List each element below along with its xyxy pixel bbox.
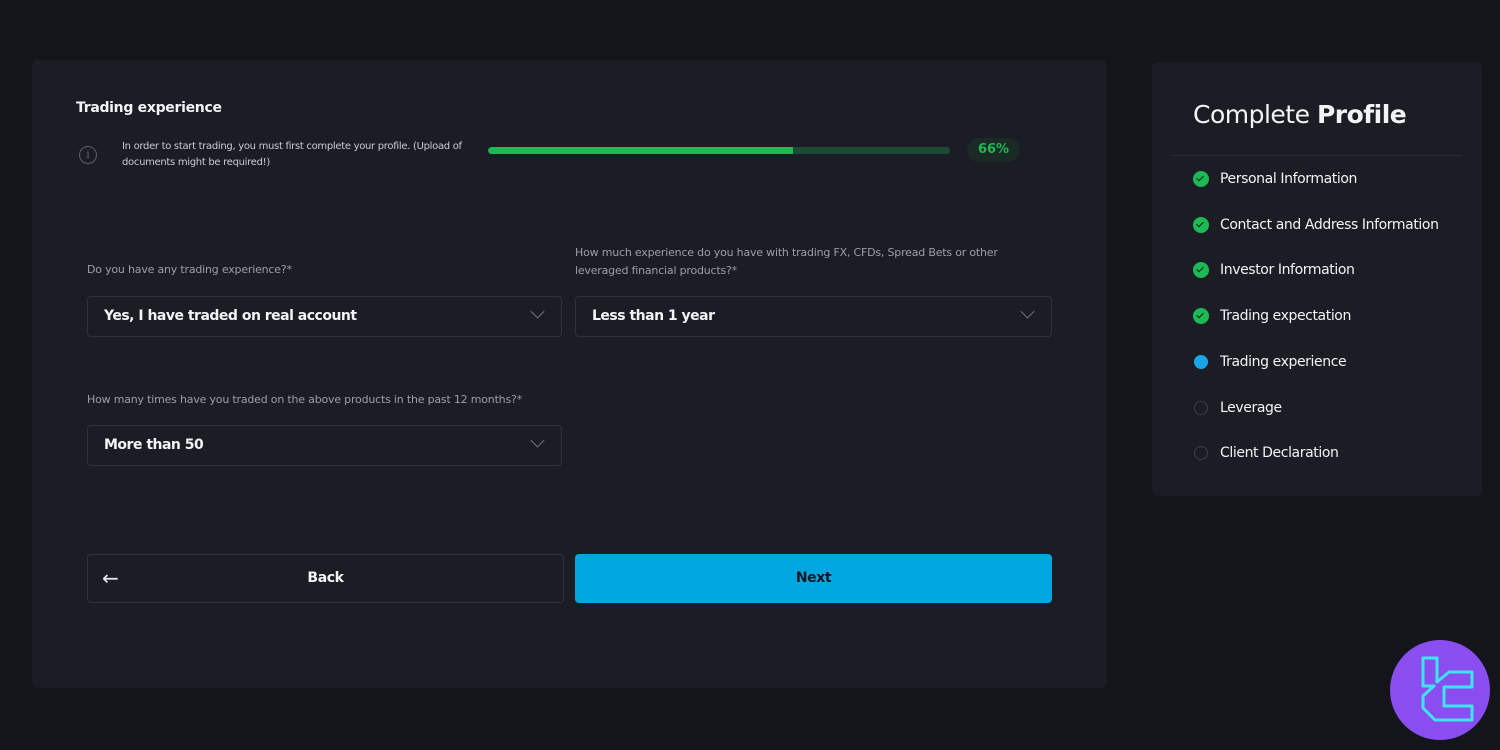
progress-percent-badge: 66% bbox=[967, 138, 1020, 162]
complete-profile-panel: Complete Profile Personal Information Con… bbox=[1152, 62, 1482, 496]
experience-duration-select[interactable]: Less than 1 year bbox=[575, 296, 1052, 337]
next-button[interactable]: Next bbox=[575, 554, 1052, 603]
page-title: Trading experience bbox=[76, 100, 222, 116]
step-item[interactable]: Investor Information bbox=[1193, 259, 1355, 281]
info-icon: i bbox=[79, 146, 97, 164]
step-label: Leverage bbox=[1220, 399, 1282, 416]
next-button-label: Next bbox=[795, 570, 832, 586]
info-text: In order to start trading, you must firs… bbox=[122, 141, 462, 168]
step-item[interactable]: Trading expectation bbox=[1193, 305, 1351, 327]
step-item[interactable]: Leverage bbox=[1193, 397, 1282, 419]
step-label: Personal Information bbox=[1220, 171, 1358, 187]
divider bbox=[1172, 155, 1462, 156]
select-value: Yes, I have traded on real account bbox=[104, 308, 357, 324]
check-circle-icon bbox=[1193, 216, 1209, 233]
chevron-down-icon bbox=[530, 433, 545, 448]
back-button[interactable]: ← Back bbox=[87, 554, 564, 603]
step-label: Investor Information bbox=[1220, 262, 1355, 279]
select-value: Less than 1 year bbox=[592, 308, 715, 324]
step-label: Trading expectation bbox=[1220, 308, 1351, 325]
current-dot-icon bbox=[1194, 354, 1208, 369]
panel-title-light: Complete bbox=[1193, 100, 1310, 129]
step-item[interactable]: Trading experience bbox=[1193, 351, 1347, 373]
check-circle-icon bbox=[1193, 308, 1209, 325]
chevron-down-icon bbox=[530, 304, 545, 319]
check-circle-icon bbox=[1193, 171, 1209, 187]
select-value: More than 50 bbox=[104, 437, 204, 453]
progress-fill bbox=[488, 147, 793, 154]
empty-circle-icon bbox=[1194, 446, 1208, 461]
trade-count-select[interactable]: More than 50 bbox=[87, 425, 562, 466]
empty-circle-icon bbox=[1194, 400, 1208, 415]
experience-duration-label: How much experience do you have with tra… bbox=[575, 246, 998, 277]
step-label: Contact and Address Information bbox=[1220, 216, 1439, 233]
trading-experience-card: Trading experience i In order to start t… bbox=[32, 60, 1107, 688]
panel-title: Complete Profile bbox=[1193, 100, 1407, 129]
tc-logo-icon bbox=[1390, 640, 1490, 740]
step-item[interactable]: Personal Information bbox=[1193, 168, 1357, 190]
step-label: Trading experience bbox=[1220, 353, 1347, 370]
panel-title-bold: Profile bbox=[1316, 100, 1407, 129]
step-item[interactable]: Client Declaration bbox=[1193, 442, 1339, 464]
trading-experience-label: Do you have any trading experience?* bbox=[87, 263, 292, 276]
trade-count-label: How many times have you traded on the ab… bbox=[87, 393, 522, 406]
step-label: Client Declaration bbox=[1220, 445, 1339, 462]
profile-progress-bar bbox=[488, 147, 950, 154]
chevron-down-icon bbox=[1020, 304, 1035, 319]
step-item[interactable]: Contact and Address Information bbox=[1193, 214, 1439, 236]
back-button-label: Back bbox=[307, 570, 344, 586]
check-circle-icon bbox=[1193, 262, 1209, 279]
trading-experience-select[interactable]: Yes, I have traded on real account bbox=[87, 296, 562, 337]
